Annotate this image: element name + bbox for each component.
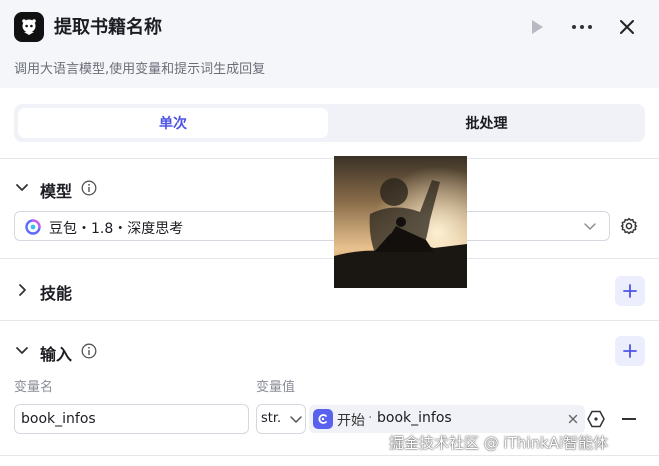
- start-node-icon: [313, 409, 333, 429]
- plus-icon: [623, 344, 637, 358]
- clear-icon[interactable]: [568, 414, 578, 424]
- column-header-name: 变量名: [14, 380, 54, 395]
- divider: [0, 320, 659, 321]
- node-header: 提取书籍名称 调用大语言模型,使用变量和提示词生成回复: [0, 0, 659, 88]
- play-icon[interactable]: [524, 14, 550, 40]
- variable-name-input[interactable]: book_infos: [14, 404, 249, 434]
- chevron-down-icon[interactable]: [15, 344, 29, 358]
- plus-icon: [623, 284, 637, 298]
- add-input-button[interactable]: [615, 336, 645, 366]
- selected-model-label: 豆包・1.8・深度思考: [49, 221, 184, 237]
- reference-separator: ·: [368, 410, 373, 426]
- chevron-right-icon[interactable]: [15, 283, 29, 297]
- info-icon[interactable]: [81, 343, 97, 359]
- chevron-down-icon[interactable]: [15, 181, 29, 195]
- divider: [0, 158, 659, 159]
- variable-reference-tag[interactable]: 开始 · book_infos: [309, 405, 585, 433]
- variable-name-value: book_infos: [21, 411, 96, 427]
- remove-row-icon[interactable]: [622, 418, 636, 420]
- model-section-title: 模型: [40, 182, 73, 201]
- node-description: 调用大语言模型,使用变量和提示词生成回复: [14, 62, 266, 77]
- tab-single[interactable]: 单次: [18, 108, 328, 138]
- watermark-text: 掘金技术社区 @ iThinkAi智能体: [389, 434, 609, 452]
- divider: [0, 455, 659, 456]
- chevron-down-icon: [290, 416, 302, 423]
- skills-section-title: 技能: [40, 284, 73, 303]
- add-skill-button[interactable]: [615, 276, 645, 306]
- info-icon[interactable]: [81, 180, 97, 196]
- divider: [0, 258, 659, 259]
- overlay-photo: [334, 156, 467, 288]
- close-icon[interactable]: [614, 14, 640, 40]
- robot-avatar-icon: [14, 12, 44, 42]
- doubao-logo-icon: [25, 219, 41, 235]
- gear-icon[interactable]: [620, 217, 638, 235]
- model-select[interactable]: 豆包・1.8・深度思考: [14, 211, 610, 241]
- reference-variable-label: book_infos: [377, 410, 452, 426]
- mode-tabs: 单次 批处理: [14, 104, 645, 142]
- node-title: 提取书籍名称: [54, 17, 162, 38]
- input-section-title: 输入: [40, 345, 73, 364]
- more-dots-icon[interactable]: [569, 14, 595, 40]
- reference-node-label: 开始: [337, 413, 365, 429]
- tab-batch[interactable]: 批处理: [332, 108, 641, 138]
- variable-picker-icon[interactable]: [586, 409, 606, 429]
- variable-type-value: str.: [261, 411, 282, 426]
- column-header-value: 变量值: [256, 380, 296, 395]
- variable-type-select[interactable]: str.: [256, 404, 306, 434]
- chevron-down-icon: [584, 223, 596, 230]
